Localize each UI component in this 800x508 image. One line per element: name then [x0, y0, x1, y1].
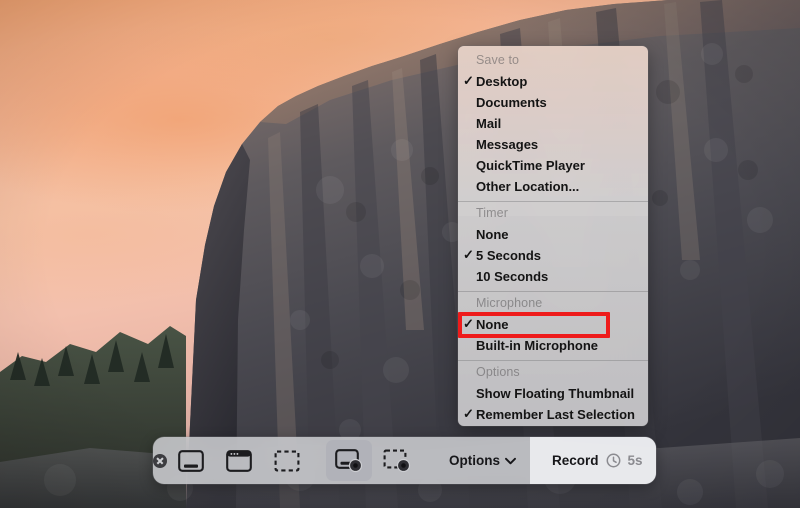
capture-selected-window-icon: [226, 450, 252, 472]
record-mode-group: [325, 440, 421, 481]
menu-item-label: Show Floating Thumbnail: [476, 386, 634, 401]
menu-item-label: QuickTime Player: [476, 158, 585, 173]
menu-item-built-in-microphone[interactable]: Built-in Microphone: [458, 334, 648, 355]
menu-item-other-location[interactable]: Other Location...: [458, 175, 648, 196]
menu-item-messages[interactable]: Messages: [458, 133, 648, 154]
menu-item-label: Documents: [476, 95, 547, 110]
menu-item-label: None: [476, 317, 509, 332]
menu-item-microphone-none[interactable]: ✓ None: [458, 313, 648, 334]
menu-item-desktop[interactable]: ✓ Desktop: [458, 70, 648, 91]
close-icon: [153, 454, 167, 468]
capture-entire-screen-icon: [178, 450, 204, 472]
menu-item-quicktime-player[interactable]: QuickTime Player: [458, 154, 648, 175]
desktop-wallpaper: [0, 0, 800, 508]
menu-separator: [458, 360, 648, 361]
capture-entire-screen-button[interactable]: [168, 440, 214, 481]
options-button-label: Options: [449, 453, 500, 468]
menu-section-header-options: Options: [458, 363, 648, 382]
menu-item-label: Other Location...: [476, 179, 579, 194]
record-selected-portion-icon: [383, 449, 411, 473]
menu-item-timer-5-seconds[interactable]: ✓ 5 Seconds: [458, 244, 648, 265]
menu-item-label: Mail: [476, 116, 501, 131]
menu-item-timer-none[interactable]: None: [458, 223, 648, 244]
menu-item-timer-10-seconds[interactable]: 10 Seconds: [458, 265, 648, 286]
menu-item-show-mouse-clicks[interactable]: ✓ Show Mouse Clicks: [458, 424, 648, 426]
record-entire-screen-icon: [335, 449, 363, 473]
menu-item-label: Messages: [476, 137, 538, 152]
menu-separator: [458, 291, 648, 292]
menu-item-label: Remember Last Selection: [476, 407, 635, 422]
record-button-label: Record: [552, 453, 599, 468]
capture-mode-group: [167, 440, 311, 481]
menu-item-label: Built-in Microphone: [476, 338, 598, 353]
checkmark-icon: ✓: [463, 425, 474, 426]
capture-selected-portion-icon: [274, 450, 300, 472]
checkmark-icon: ✓: [463, 71, 474, 90]
menu-item-mail[interactable]: Mail: [458, 112, 648, 133]
capture-selected-window-button[interactable]: [216, 440, 262, 481]
screenshot-capture-toolbar[interactable]: Options Record 5s: [153, 437, 656, 484]
record-entire-screen-button[interactable]: [326, 440, 372, 481]
options-menu-content: Save to ✓ Desktop Documents Mail Message…: [458, 51, 648, 426]
close-capture-button[interactable]: [153, 454, 167, 468]
record-selected-portion-button[interactable]: [374, 440, 420, 481]
menu-item-label: Desktop: [476, 74, 527, 89]
chevron-down-icon: [505, 457, 516, 465]
screenshot-options-menu[interactable]: Save to ✓ Desktop Documents Mail Message…: [458, 46, 648, 426]
checkmark-icon: ✓: [463, 245, 474, 264]
menu-section-header-timer: Timer: [458, 204, 648, 223]
menu-item-remember-last-selection[interactable]: ✓ Remember Last Selection: [458, 403, 648, 424]
checkmark-icon: ✓: [463, 314, 474, 333]
record-button[interactable]: Record 5s: [530, 437, 656, 484]
wallpaper-cliff: [0, 0, 800, 508]
menu-section-header-save-to: Save to: [458, 51, 648, 70]
timer-icon: [606, 453, 621, 468]
options-dropdown-button[interactable]: Options: [435, 437, 530, 484]
capture-selected-portion-button[interactable]: [264, 440, 310, 481]
menu-section-header-microphone: Microphone: [458, 294, 648, 313]
checkmark-icon: ✓: [463, 404, 474, 423]
record-timer-value: 5s: [628, 453, 643, 468]
menu-separator: [458, 201, 648, 202]
menu-item-documents[interactable]: Documents: [458, 91, 648, 112]
menu-item-label: None: [476, 227, 509, 242]
menu-item-label: 5 Seconds: [476, 248, 541, 263]
menu-item-show-floating-thumbnail[interactable]: Show Floating Thumbnail: [458, 382, 648, 403]
menu-item-label: 10 Seconds: [476, 269, 548, 284]
